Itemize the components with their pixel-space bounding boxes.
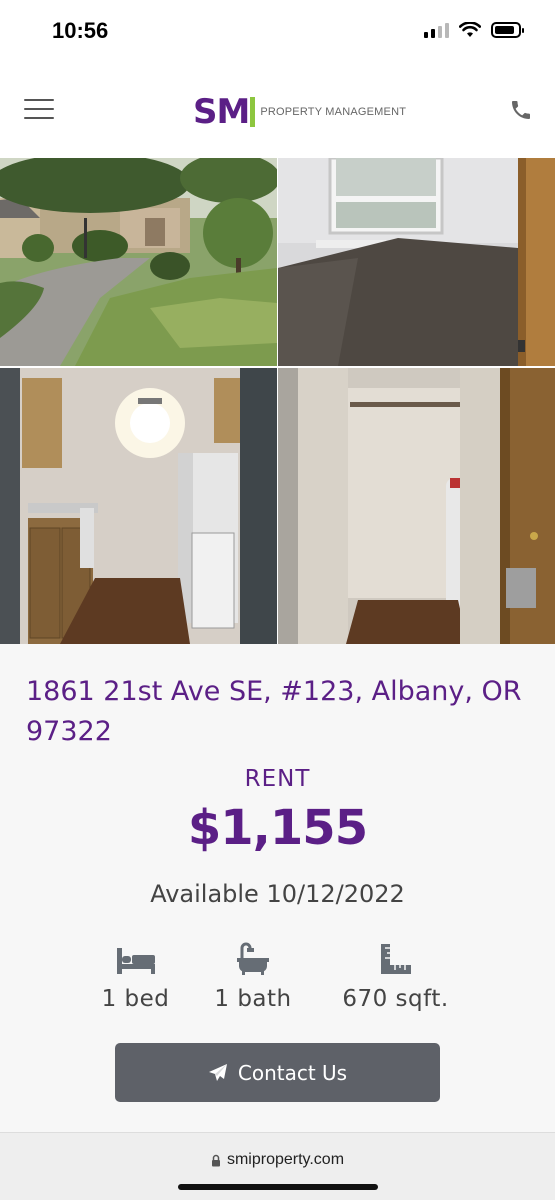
- contact-us-button[interactable]: Contact Us: [115, 1043, 440, 1102]
- logo-mark: SM: [193, 92, 250, 132]
- beds-feature: 1 bed: [88, 936, 183, 1012]
- phone-icon[interactable]: [509, 98, 533, 122]
- ruler-area-icon: [380, 944, 411, 974]
- photo-closet[interactable]: [278, 368, 555, 644]
- photo-gallery: [0, 158, 555, 644]
- contact-us-label: Contact Us: [237, 1060, 348, 1085]
- sqft-feature: 670 sqft.: [328, 936, 463, 1012]
- photo-kitchen[interactable]: [0, 368, 277, 644]
- photo-exterior[interactable]: [0, 158, 277, 366]
- baths-value: 1 bath: [214, 986, 292, 1012]
- available-label: Available: [150, 880, 259, 908]
- availability: Available 10/12/2022: [0, 880, 555, 908]
- browser-address-bar[interactable]: smiproperty.com: [0, 1132, 555, 1200]
- site-header: SM PROPERTY MANAGEMENT: [0, 62, 555, 158]
- beds-value: 1 bed: [101, 986, 170, 1012]
- battery-icon: [491, 22, 524, 38]
- hamburger-menu-icon[interactable]: [24, 99, 54, 121]
- url-display[interactable]: smiproperty.com: [0, 1151, 555, 1169]
- listing-details: 1861 21st Ave SE, #123, Albany, OR 97322…: [0, 644, 555, 1132]
- rent-price: $1,155: [187, 800, 368, 856]
- url-text: smiproperty.com: [226, 1151, 345, 1168]
- baths-feature: 1 bath: [198, 936, 308, 1012]
- status-time: 10:56: [52, 18, 109, 43]
- lock-icon: [211, 1154, 220, 1166]
- photo-bedroom[interactable]: [278, 158, 555, 366]
- logo-accent-bar: [250, 97, 256, 127]
- listing-address: 1861 21st Ave SE, #123, Albany, OR 97322: [26, 676, 522, 747]
- status-icons: [424, 22, 524, 38]
- bed-icon: [116, 948, 155, 974]
- sqft-value: 670 sqft.: [342, 986, 449, 1012]
- logo-text: PROPERTY MANAGEMENT: [260, 106, 407, 118]
- paper-plane-icon: [208, 1063, 227, 1081]
- home-indicator[interactable]: [178, 1184, 378, 1190]
- wifi-icon: [459, 22, 481, 37]
- status-bar: 10:56: [0, 0, 555, 62]
- site-logo[interactable]: SM PROPERTY MANAGEMENT: [193, 92, 406, 132]
- available-date: 10/12/2022: [266, 880, 405, 908]
- cellular-signal-icon: [424, 22, 449, 38]
- bathtub-icon: [237, 942, 269, 975]
- rent-label: RENT: [244, 766, 311, 792]
